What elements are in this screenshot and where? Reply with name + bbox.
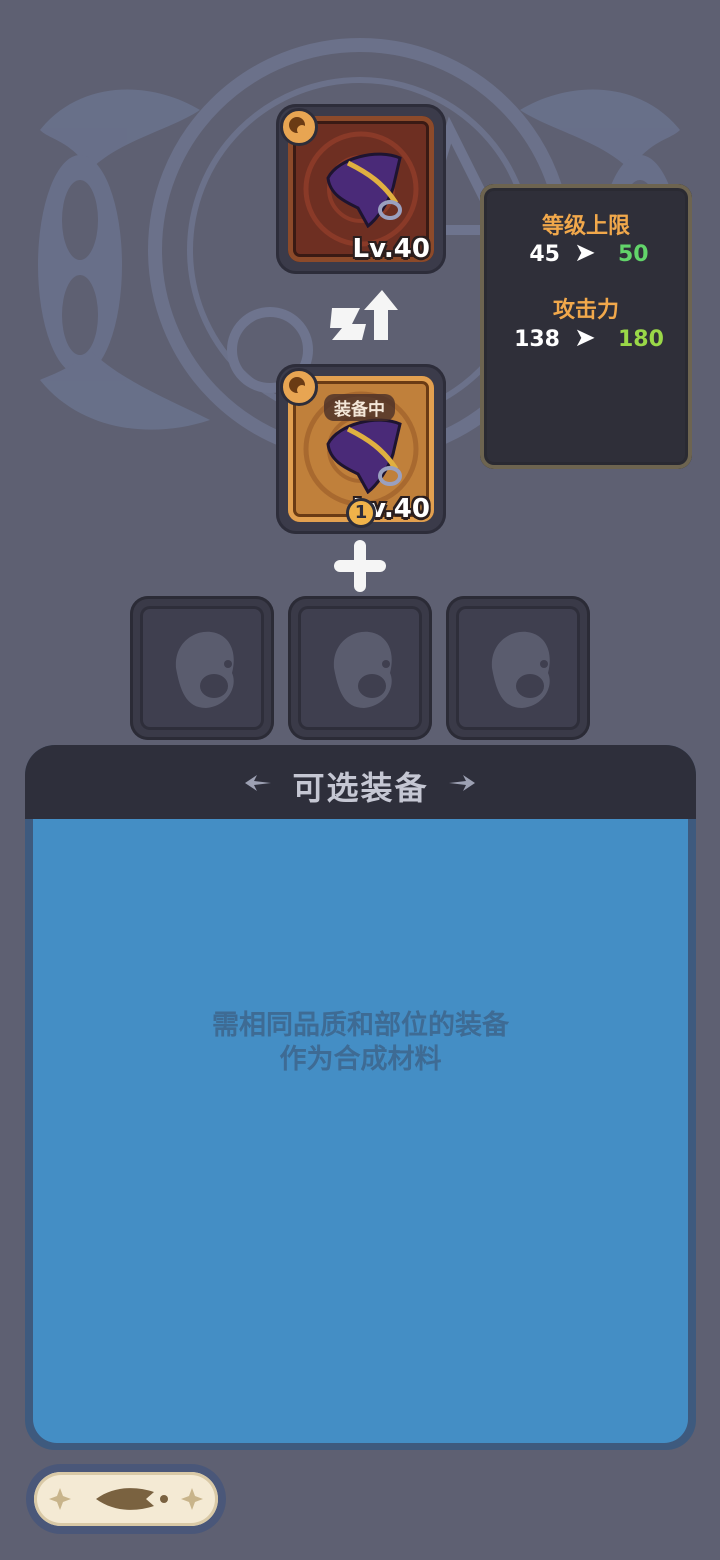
accessory-placeholder-icon — [491, 631, 550, 708]
stat-new-value: 180 — [618, 327, 664, 352]
result-item-card[interactable]: Lv.40 — [276, 104, 446, 274]
cape-icon — [326, 152, 402, 228]
back-arrow-icon — [49, 1488, 203, 1510]
stat-old-value: 138 — [514, 327, 560, 352]
equipped-tag: 装备中 — [324, 394, 395, 421]
stat-old-value: 45 — [529, 242, 560, 267]
accessory-placeholder-icon — [333, 631, 392, 708]
material-slot-3[interactable] — [446, 596, 590, 740]
list-header: 可选装备 — [25, 745, 696, 819]
ornament-right-icon — [449, 775, 475, 791]
stat-label-level-cap: 等级上限 — [541, 214, 630, 239]
chevron-right-icon: ➤ — [574, 323, 596, 353]
back-button[interactable] — [26, 1464, 226, 1534]
plus-icon — [334, 540, 386, 592]
hint-line-2: 作为合成材料 — [279, 1044, 442, 1075]
cape-icon — [326, 418, 402, 494]
item-count-badge: 1 — [346, 498, 376, 528]
material-slot-1[interactable] — [130, 596, 274, 740]
stat-new-value: 50 — [618, 242, 649, 267]
equipment-list-panel: 可选装备 需相同品质和部位的装备 作为合成材料 — [25, 745, 696, 1450]
stats-panel: 等级上限 45 ➤ 50 攻击力 138 ➤ 180 — [480, 184, 692, 469]
current-item-card[interactable]: 装备中 Lv.40 1 — [276, 364, 446, 534]
material-slot-2[interactable] — [288, 596, 432, 740]
empty-hint: 需相同品质和部位的装备 作为合成材料 — [33, 1009, 688, 1077]
accessory-placeholder-icon — [175, 631, 234, 708]
result-item-level: Lv.40 — [352, 234, 430, 264]
stat-label-attack: 攻击力 — [552, 298, 619, 323]
upgrade-arrow-icon — [330, 290, 398, 340]
accessory-type-icon — [280, 368, 318, 406]
accessory-type-icon — [280, 108, 318, 146]
equipment-list[interactable]: 需相同品质和部位的装备 作为合成材料 — [33, 819, 688, 1443]
chevron-right-icon: ➤ — [574, 238, 596, 268]
list-title: 可选装备 — [292, 769, 429, 807]
hint-line-1: 需相同品质和部位的装备 — [212, 1010, 509, 1041]
